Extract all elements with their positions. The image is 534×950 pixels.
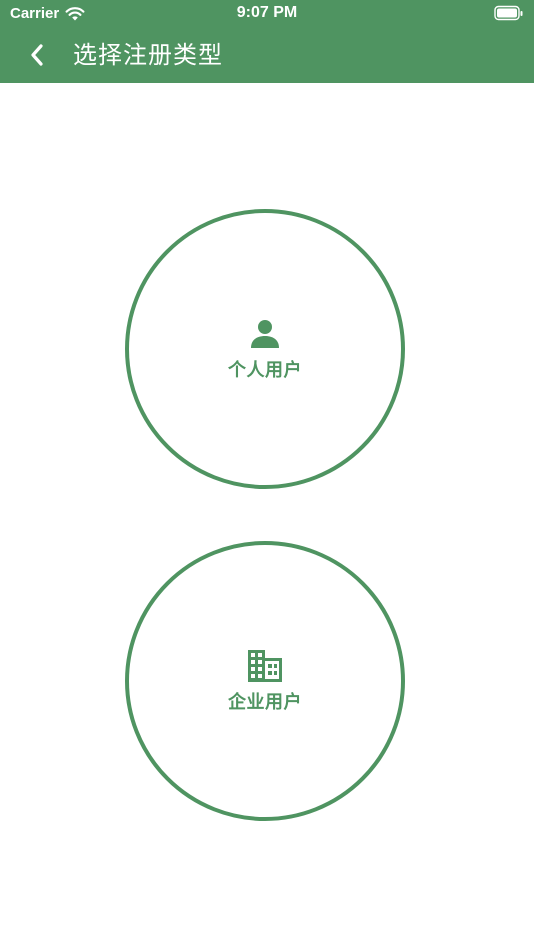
enterprise-user-label: 企业用户 <box>228 692 302 713</box>
battery-icon <box>494 5 523 21</box>
enterprise-user-option[interactable]: 企业用户 <box>125 541 405 821</box>
app-header: Carrier 9:07 PM 选择注册类型 <box>0 0 534 83</box>
chevron-left-icon <box>31 44 43 66</box>
page-title: 选择注册类型 <box>73 41 223 69</box>
personal-user-label: 个人用户 <box>228 360 302 381</box>
navigation-bar: 选择注册类型 <box>0 28 534 83</box>
person-icon <box>247 316 283 352</box>
personal-user-option[interactable]: 个人用户 <box>125 209 405 489</box>
back-button[interactable] <box>22 38 52 72</box>
status-bar: Carrier 9:07 PM <box>0 0 534 28</box>
building-icon <box>247 648 283 684</box>
status-time: 9:07 PM <box>236 4 298 21</box>
